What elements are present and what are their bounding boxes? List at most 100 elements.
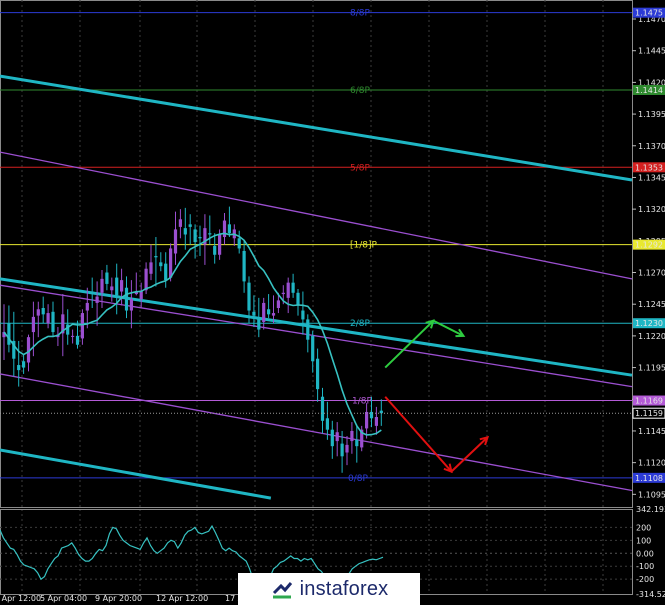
time-tick-label: 5 Apr 04:00 [40, 594, 87, 603]
candle-body [198, 237, 202, 239]
price-badge-label: 1.1230 [635, 319, 663, 328]
candle-body [159, 262, 163, 267]
candle-body [31, 316, 35, 333]
candle-body [129, 299, 133, 311]
oscillator-tick-label: -314.5221 [636, 590, 665, 599]
candle-body [164, 263, 168, 281]
candle-body [345, 444, 349, 453]
candle-body [271, 313, 276, 316]
candle-body [237, 238, 241, 249]
candle-body [325, 418, 329, 430]
candle-body [183, 228, 187, 235]
price-tick-label: 1.1095 [638, 490, 665, 499]
candle-body [267, 309, 271, 315]
candle-body [22, 361, 26, 368]
candle-body [296, 292, 300, 306]
price-badge-label: 1.1108 [635, 474, 663, 483]
candle-body [306, 319, 310, 340]
oscillator-tick-label: 200 [636, 523, 651, 532]
candle-body [286, 282, 290, 298]
candle-body [149, 262, 153, 274]
price-tick-label: 1.1195 [638, 364, 665, 373]
oscillator-tick-label: 0.00 [636, 549, 654, 558]
candle-body [95, 296, 99, 303]
candle-body [365, 411, 369, 429]
murray-level-label: 1/8P [352, 397, 372, 407]
time-tick-label: 12 Apr 12:00 [156, 594, 208, 603]
candle-body [281, 292, 285, 295]
watermark: instaforex [238, 573, 420, 605]
murray-level-label: 6/8P [350, 86, 370, 96]
price-tick-label: 1.1395 [638, 110, 665, 119]
candle-body [90, 291, 94, 295]
price-tick-label: 1.1320 [638, 205, 665, 214]
oscillator-tick-label: 342.1937 [636, 505, 665, 514]
candle-body [41, 308, 45, 315]
candle-body [17, 365, 21, 371]
murray-level-label: 8/8P [350, 9, 370, 19]
candle-body [80, 313, 84, 339]
candle-body [139, 291, 143, 300]
price-tick-label: 1.1120 [638, 459, 665, 468]
candle-body [178, 219, 182, 227]
candle-body [154, 256, 158, 258]
candle-body [330, 429, 334, 447]
candle-body [252, 311, 256, 316]
oscillator-tick-label: -200 [636, 575, 654, 584]
candle-body [350, 430, 354, 442]
candle-body [124, 287, 129, 311]
candle-body [75, 335, 80, 345]
price-tick-label: 1.1270 [638, 269, 665, 278]
candle-body [85, 302, 89, 311]
candle-body [105, 272, 109, 284]
candle-body [100, 278, 104, 293]
candle-body [257, 318, 261, 330]
candle-body [51, 311, 55, 333]
price-tick-label: 1.1220 [638, 332, 665, 341]
oscillator-tick-label: 100 [636, 536, 651, 545]
murray-level-label: 0/8P [348, 474, 368, 484]
chart-background [0, 0, 665, 605]
price-tick-label: 1.1145 [638, 427, 665, 436]
candle-body [276, 300, 280, 309]
candle-body [144, 268, 148, 291]
time-tick-label: 2 Apr 12:00 [0, 594, 41, 603]
candle-body [71, 335, 75, 337]
candle-body [227, 224, 231, 234]
oscillator-tick-label: -100 [636, 562, 654, 571]
candle-body [222, 220, 227, 238]
candle-body [169, 248, 173, 278]
price-tick-label: 1.1245 [638, 300, 665, 309]
candle-body [316, 358, 320, 390]
price-badge-label: 1.1414 [635, 86, 663, 95]
price-badge-label: 1.1159 [635, 409, 663, 418]
murray-level-label: 5/8P [350, 163, 370, 173]
candle-body [262, 302, 266, 322]
candle-body [193, 229, 197, 243]
candle-body [335, 432, 339, 442]
candle-body [36, 309, 40, 316]
time-tick-label: 9 Apr 20:00 [95, 594, 142, 603]
candle-body [110, 286, 114, 291]
murray-level-label: [1/8]P [350, 241, 378, 251]
chart-canvas: 1.14701.14451.14201.13951.13701.13451.13… [0, 0, 665, 605]
candle-body [115, 277, 119, 296]
candle-body [120, 280, 124, 292]
price-badge-label: 1.1169 [635, 397, 663, 406]
candle-body [301, 310, 305, 320]
candle-body [213, 245, 217, 255]
price-badge-label: 1.1353 [635, 163, 663, 172]
candle-body [320, 396, 325, 421]
candle-body [242, 250, 246, 282]
candle-body [355, 439, 359, 447]
candle-body [340, 443, 344, 457]
price-tick-label: 1.1345 [638, 173, 665, 182]
candle-body [46, 313, 50, 324]
price-tick-label: 1.1445 [638, 47, 665, 56]
candle-body [7, 323, 11, 345]
candle-body [173, 229, 178, 254]
candle-body [188, 224, 192, 227]
candle-body [291, 282, 295, 293]
candle-body [218, 234, 222, 255]
candle-body [208, 233, 212, 235]
